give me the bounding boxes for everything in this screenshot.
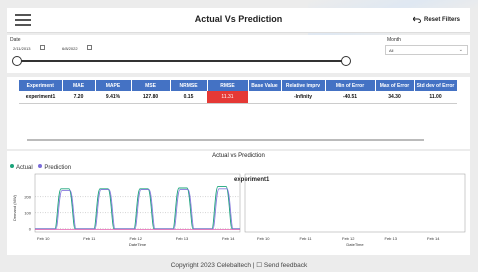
x-tick-label: Feb 14	[222, 236, 235, 241]
table-cell: 9.41%	[95, 91, 131, 104]
month-filter: Month All ⌄	[383, 35, 470, 73]
x-tick-label: Feb 13	[176, 236, 189, 241]
calendar-icon[interactable]	[87, 45, 92, 50]
column-header[interactable]: NRMSE	[170, 80, 208, 91]
column-header[interactable]: MSE	[131, 80, 171, 91]
table-cell: -40.51	[325, 91, 375, 104]
column-header[interactable]: MAE	[62, 80, 96, 91]
column-header[interactable]: Experiment	[19, 80, 63, 91]
y-tick-label: 100	[24, 210, 31, 215]
x-axis-label: DateTime	[129, 242, 147, 247]
footer: Copyright 2023 Celebaltech | ☐ Send feed…	[170, 262, 308, 269]
chart-svg: 0 100 200 Demand (MW) Feb 10 Feb 11 Feb 12 Feb …	[12, 173, 466, 247]
x-tick-label: Feb 12	[130, 236, 143, 241]
table-cell-rmse: 11.31	[207, 91, 248, 104]
calendar-icon[interactable]	[40, 45, 45, 50]
x-tick-label: Feb 11	[300, 236, 313, 241]
x-tick-label: Feb 10	[257, 236, 270, 241]
y-tick-label: 0	[29, 226, 32, 231]
chevron-down-icon: ⌄	[458, 47, 463, 53]
chart-panel: Actual vs Prediction Actual Prediction e…	[7, 151, 470, 255]
series-line-prediction	[35, 188, 240, 230]
reset-filters-button[interactable]: Reset Filters	[412, 16, 460, 24]
month-value: All	[389, 48, 394, 53]
x-tick-label: Feb 11	[83, 236, 96, 241]
x-tick-label: Feb 13	[385, 236, 398, 241]
header-bar: Actual Vs Prediction Reset Filters	[7, 8, 470, 33]
date-end-input[interactable]: 6/8/2022	[62, 46, 78, 51]
column-header[interactable]: Min of Error	[325, 80, 376, 91]
table-cell: 7.20	[62, 91, 95, 104]
table-cell: 127.80	[131, 91, 170, 104]
horizontal-scrollbar[interactable]	[27, 139, 424, 141]
table-cell: 34.30	[375, 91, 414, 104]
table-cell: 0.15	[170, 91, 207, 104]
undo-icon	[412, 16, 421, 24]
table-row: experiment1 7.20 9.41% 127.80 0.15 11.31…	[19, 91, 457, 104]
x-tick-label: Feb 14	[427, 236, 440, 241]
x-tick-label: Feb 12	[342, 236, 355, 241]
column-header[interactable]: RMSE	[207, 80, 249, 91]
page-title: Actual Vs Prediction	[194, 14, 283, 24]
table-cell: 11.00	[414, 91, 457, 104]
column-header[interactable]: Relative imprv	[281, 80, 326, 91]
date-slider-track[interactable]	[17, 60, 350, 62]
date-label: Date	[10, 37, 21, 43]
x-axis-label: DateTime	[346, 242, 364, 247]
y-tick-label: 200	[24, 194, 31, 199]
reset-filters-label: Reset Filters	[423, 17, 460, 23]
chart-plot-area-right	[244, 173, 466, 233]
column-header[interactable]: Base Value	[248, 80, 282, 91]
x-tick-label: Feb 10	[37, 236, 50, 241]
metrics-table-panel: Experiment MAE MAPE MSE NRMSE RMSE Base …	[7, 77, 470, 149]
column-header[interactable]: Std dev of Error	[414, 80, 458, 91]
table-cell: -Infinity	[281, 91, 325, 104]
filters-panel: Date 2/11/2013 6/8/2022 Month All ⌄	[7, 35, 470, 73]
date-slider-end-handle[interactable]	[341, 56, 351, 66]
date-slider-start-handle[interactable]	[12, 56, 22, 66]
metrics-table: Experiment MAE MAPE MSE NRMSE RMSE Base …	[19, 80, 458, 104]
column-header[interactable]: MAPE	[95, 80, 132, 91]
table-cell: experiment1	[19, 91, 62, 104]
month-dropdown[interactable]: All ⌄	[385, 45, 468, 55]
y-axis-label: Demand (MW)	[12, 194, 17, 221]
column-header[interactable]: Max of Error	[375, 80, 415, 91]
date-start-input[interactable]: 2/11/2013	[13, 46, 31, 51]
month-label: Month	[387, 37, 401, 43]
table-cell	[248, 91, 281, 104]
